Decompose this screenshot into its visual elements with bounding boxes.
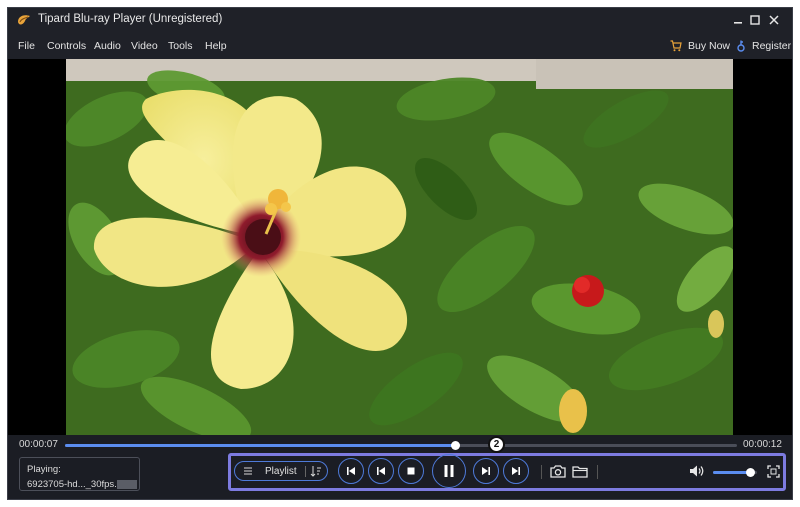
- register-label: Register: [752, 40, 792, 52]
- close-icon: [769, 15, 779, 25]
- video-frame: [66, 59, 733, 435]
- total-time: 00:00:12: [743, 439, 782, 450]
- list-icon: [244, 467, 252, 475]
- snapshot-button[interactable]: [549, 463, 567, 479]
- buy-now-button[interactable]: Buy Now: [670, 38, 730, 54]
- register-button[interactable]: Register: [736, 38, 791, 54]
- player-window: Tipard Blu-ray Player (Unregistered) Fil…: [7, 7, 793, 500]
- menu-tools[interactable]: Tools: [168, 40, 193, 52]
- fast-forward-button[interactable]: [473, 458, 499, 484]
- video-area[interactable]: [8, 59, 792, 435]
- step-callout-badge: 2: [488, 436, 505, 453]
- now-playing-file: 6923705-hd..._30fps.: [27, 477, 137, 492]
- playlist-button[interactable]: Playlist: [234, 461, 328, 481]
- controls-divider: [541, 465, 542, 479]
- previous-button[interactable]: [338, 458, 364, 484]
- fullscreen-button[interactable]: [765, 463, 781, 479]
- skip-previous-icon: [347, 467, 355, 475]
- menu-controls[interactable]: Controls: [47, 40, 86, 52]
- now-playing-filename: 6923705-hd..._30fps.: [27, 479, 117, 490]
- volume-button[interactable]: [688, 463, 706, 479]
- now-playing-box: Playing: 6923705-hd..._30fps.: [19, 457, 140, 491]
- video-content-image: [66, 59, 733, 435]
- volume-fill: [713, 471, 751, 474]
- now-playing-label: Playing:: [27, 464, 61, 475]
- title-bar: Tipard Blu-ray Player (Unregistered): [8, 8, 792, 32]
- redacted-text: [116, 479, 137, 489]
- folder-icon: [572, 465, 588, 478]
- rewind-icon: [377, 467, 385, 475]
- menu-file[interactable]: File: [18, 40, 35, 52]
- next-button[interactable]: [503, 458, 529, 484]
- fast-forward-icon: [482, 467, 490, 475]
- playlist-label: Playlist: [265, 466, 297, 477]
- skip-next-icon: [512, 467, 520, 475]
- progress-fill: [65, 444, 455, 447]
- control-bar: Playing: 6923705-hd..._30fps. Playlist: [8, 453, 792, 499]
- fullscreen-icon: [766, 464, 780, 478]
- volume-slider[interactable]: [713, 468, 757, 477]
- pause-button[interactable]: [432, 454, 466, 488]
- open-folder-button[interactable]: [571, 463, 589, 479]
- playlist-divider: [305, 466, 306, 477]
- rewind-button[interactable]: [368, 458, 394, 484]
- menu-help[interactable]: Help: [205, 40, 227, 52]
- buy-now-label: Buy Now: [688, 40, 731, 52]
- maximize-icon: [750, 15, 760, 25]
- camera-icon: [550, 464, 566, 478]
- progress-slider[interactable]: [65, 441, 737, 450]
- stop-icon: [407, 467, 415, 475]
- pause-icon: [444, 465, 454, 477]
- maximize-button[interactable]: [745, 10, 765, 30]
- controls-divider-2: [597, 465, 598, 479]
- cart-icon: [670, 40, 682, 52]
- menu-video[interactable]: Video: [131, 40, 158, 52]
- menu-bar: File Controls Audio Video Tools Help Buy…: [8, 32, 792, 60]
- minimize-icon: [734, 22, 742, 24]
- progress-thumb[interactable]: [450, 441, 460, 450]
- window-title: Tipard Blu-ray Player (Unregistered): [38, 13, 223, 25]
- menu-audio[interactable]: Audio: [94, 40, 121, 52]
- stop-button[interactable]: [398, 458, 424, 484]
- volume-icon: [690, 465, 704, 477]
- sort-icon[interactable]: [310, 465, 322, 477]
- close-button[interactable]: [764, 10, 784, 30]
- current-time: 00:00:07: [19, 439, 58, 450]
- tipard-logo-icon: [18, 15, 30, 25]
- key-icon: [737, 40, 745, 52]
